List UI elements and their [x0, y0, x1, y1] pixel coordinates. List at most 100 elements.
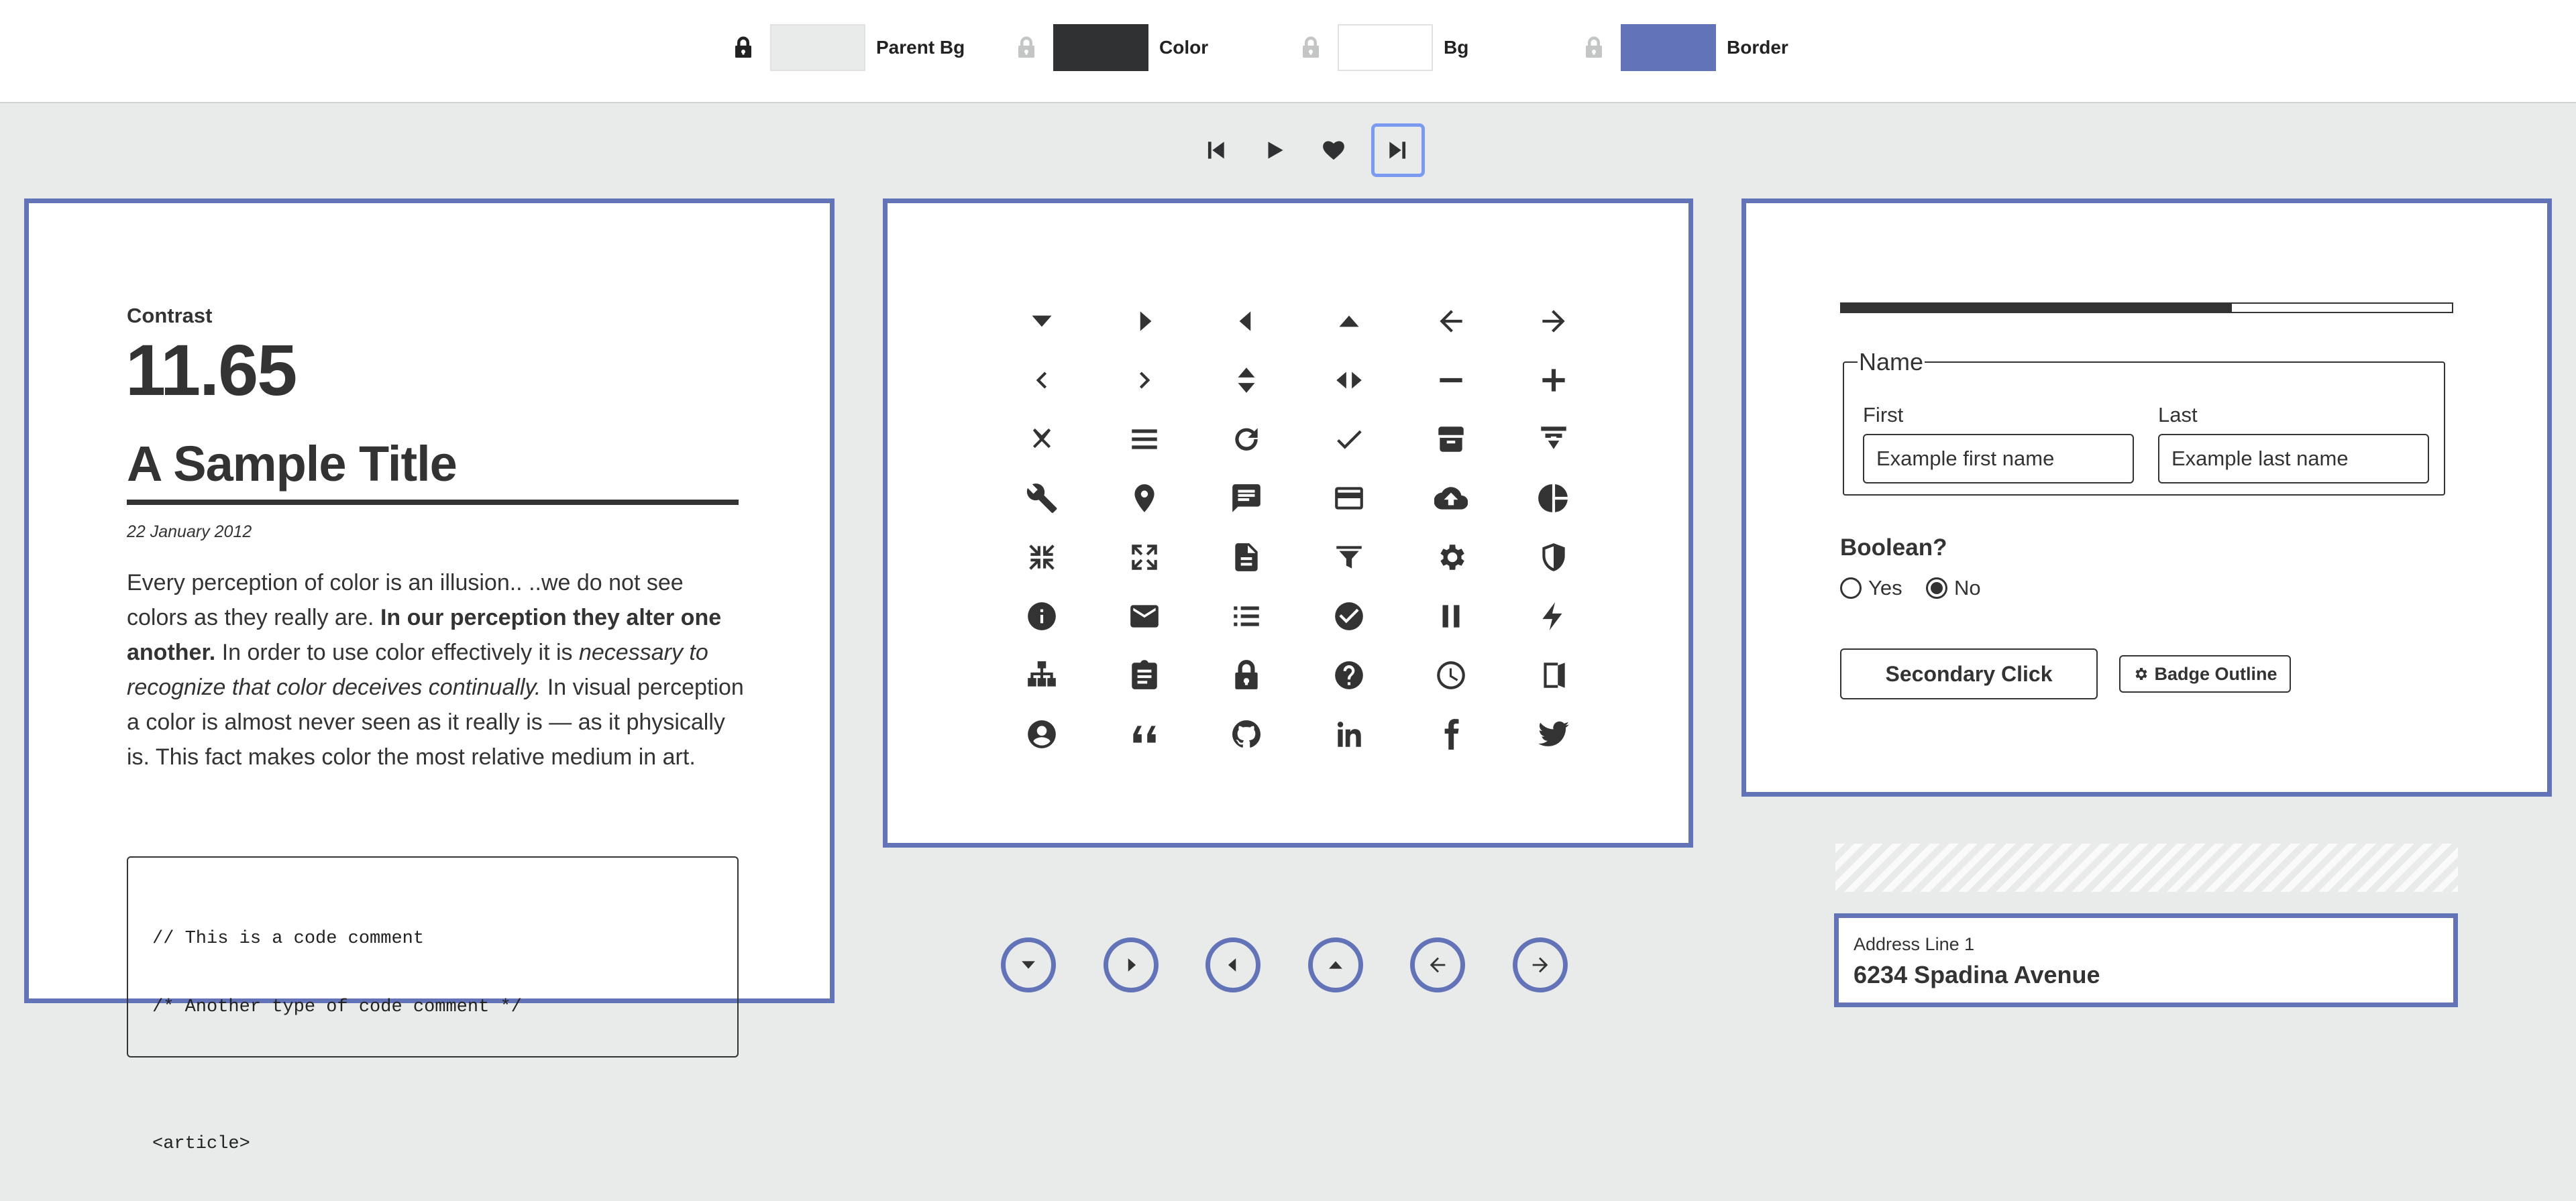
expand-cell	[1124, 537, 1165, 577]
lock-icon[interactable]	[731, 36, 755, 60]
arrow-left-icon	[1440, 310, 1462, 333]
color-swatch[interactable]	[1053, 24, 1148, 71]
facebook-cell	[1431, 714, 1471, 754]
document-cell	[1226, 537, 1267, 577]
contrast-value: 11.65	[125, 329, 297, 410]
user-circle-cell	[1022, 714, 1062, 754]
parent-bg-swatch-group: Parent Bg	[731, 23, 965, 72]
filter-icon	[1336, 546, 1362, 569]
map-pin-icon	[1134, 484, 1155, 512]
credit-card-cell	[1329, 478, 1369, 518]
parent-bg-swatch[interactable]	[770, 24, 865, 71]
secondary-button[interactable]: Secondary Click	[1840, 648, 2098, 699]
caret-right-cell	[1124, 301, 1165, 341]
question-cell	[1329, 655, 1369, 695]
caret-left-icon	[1228, 958, 1236, 972]
unlock-icon[interactable]	[1299, 36, 1323, 60]
first-name-input[interactable]	[1863, 434, 2134, 483]
cloud-upload-icon	[1434, 487, 1468, 510]
linkedin-cell	[1329, 714, 1369, 754]
plus-icon	[1542, 369, 1565, 392]
comment-cell	[1226, 478, 1267, 518]
code-line: // This is a code comment	[152, 929, 425, 949]
address-label: Address Line 1	[1854, 934, 1975, 954]
caret-down-circle-button[interactable]	[1001, 937, 1056, 992]
unlock-icon[interactable]	[1014, 36, 1038, 60]
paragraph-text: In order to use color effectively it is	[215, 640, 579, 665]
lock-cell	[1226, 655, 1267, 695]
chevron-left-icon	[1036, 371, 1047, 389]
sitemap-cell	[1022, 655, 1062, 695]
bg-swatch[interactable]	[1338, 24, 1433, 71]
icon-grid-card	[883, 198, 1693, 848]
skip-back-button[interactable]	[1194, 125, 1237, 176]
caret-left-circle-button[interactable]	[1205, 937, 1260, 992]
filter-cell	[1329, 537, 1369, 577]
caret-down-icon	[1022, 961, 1035, 969]
lock-icon	[1235, 660, 1258, 689]
unlock-icon[interactable]	[1582, 36, 1606, 60]
fieldset-legend: Name	[1859, 348, 1924, 376]
bolt-icon	[1542, 602, 1562, 630]
playback-controls	[1194, 123, 1425, 177]
list-cell	[1226, 596, 1267, 636]
border-label: Border	[1727, 37, 1788, 58]
arrow-right-icon	[1542, 310, 1565, 333]
caret-right-icon	[1128, 958, 1136, 972]
cloud-upload-cell	[1431, 478, 1471, 518]
skip-forward-icon	[1389, 141, 1406, 159]
code-line: /* Another type of code comment */	[152, 997, 522, 1017]
github-icon	[1232, 720, 1260, 748]
boolean-label: Boolean?	[1840, 534, 1947, 561]
caret-down-cell	[1022, 301, 1062, 341]
arrow-right-circle-button[interactable]	[1512, 937, 1568, 992]
caret-right-icon	[1140, 311, 1151, 331]
radio-circle-selected[interactable]	[1926, 577, 1947, 599]
pause-icon	[1442, 605, 1460, 628]
radio-circle[interactable]	[1840, 577, 1862, 599]
caret-up-circle-button[interactable]	[1307, 937, 1363, 992]
twitter-cell	[1534, 714, 1574, 754]
menu-cell	[1124, 419, 1165, 459]
check-cell	[1329, 419, 1369, 459]
radio-no[interactable]: No	[1926, 576, 1981, 600]
radio-no-label: No	[1954, 576, 1981, 599]
caret-up-cell	[1329, 301, 1369, 341]
border-swatch[interactable]	[1621, 24, 1716, 71]
question-icon	[1334, 661, 1363, 689]
sitemap-icon	[1028, 661, 1056, 687]
bg-label: Bg	[1444, 37, 1469, 58]
play-button[interactable]	[1253, 125, 1296, 176]
exit-icon	[1543, 663, 1565, 688]
address-card: Address Line 1 6234 Spadina Avenue	[1834, 913, 2458, 1007]
download-cell	[1534, 419, 1574, 459]
twitter-icon	[1538, 721, 1569, 746]
sort-vertical-cell	[1226, 360, 1267, 400]
quote-cell	[1124, 714, 1165, 754]
wrench-icon	[1026, 483, 1057, 513]
arrow-left-circle-button[interactable]	[1410, 937, 1465, 992]
address-value[interactable]: 6234 Spadina Avenue	[1854, 961, 2100, 989]
caret-up-icon	[1328, 961, 1342, 969]
list-icon	[1234, 606, 1259, 626]
skip-back-icon	[1208, 141, 1224, 159]
favorite-button[interactable]	[1312, 125, 1355, 176]
badge-outline[interactable]: Badge Outline	[2119, 655, 2291, 693]
first-label: First	[1863, 403, 1904, 426]
clock-icon	[1437, 661, 1465, 689]
last-name-input[interactable]	[2158, 434, 2429, 483]
quote-icon	[1132, 726, 1156, 743]
credit-card-icon	[1334, 487, 1363, 510]
caret-left-icon	[1239, 311, 1251, 331]
archive-icon	[1438, 426, 1464, 452]
arrow-right-cell	[1534, 301, 1574, 341]
caret-right-circle-button[interactable]	[1103, 937, 1159, 992]
shield-icon	[1542, 543, 1565, 571]
mail-cell	[1124, 596, 1165, 636]
pie-chart-cell	[1534, 478, 1574, 518]
user-circle-icon	[1028, 720, 1056, 748]
skip-forward-button[interactable]	[1371, 123, 1425, 177]
title-rule	[127, 500, 739, 505]
radio-yes[interactable]: Yes	[1840, 576, 1902, 600]
gear-icon	[1440, 545, 1464, 570]
